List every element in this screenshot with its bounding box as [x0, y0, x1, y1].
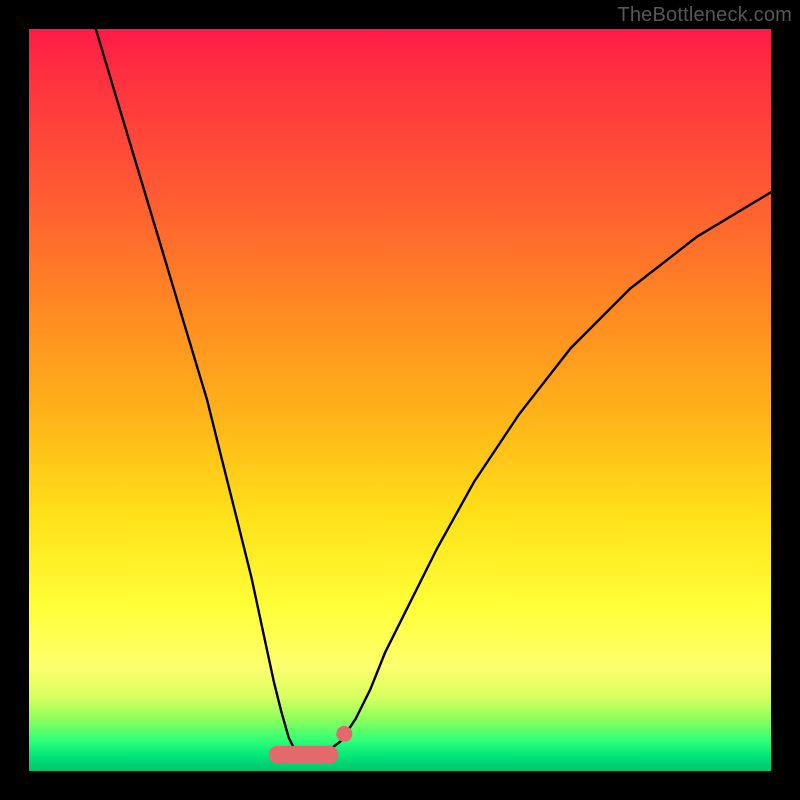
chart-frame: TheBottleneck.com	[0, 0, 800, 800]
attribution-text: TheBottleneck.com	[617, 4, 792, 27]
bottleneck-curve	[29, 29, 771, 771]
plot-area	[29, 29, 771, 771]
